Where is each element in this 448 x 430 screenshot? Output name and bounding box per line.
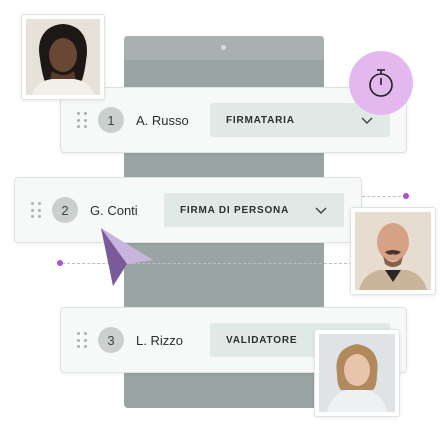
signer-name: A. Russo <box>136 113 189 128</box>
device-camera <box>221 45 226 50</box>
avatar-photo <box>319 334 395 412</box>
drag-handle-icon[interactable] <box>31 202 41 218</box>
role-select-value: FIRMA DI PERSONA <box>180 204 290 216</box>
connector-line-right <box>362 196 406 197</box>
role-select[interactable]: FIRMA DI PERSONA <box>164 193 344 227</box>
avatar-photo <box>26 19 100 95</box>
chevron-down-icon <box>315 207 327 214</box>
avatar <box>314 329 400 417</box>
connector-dot-right <box>403 193 409 199</box>
signer-name: L. Rizzo <box>136 333 183 348</box>
pointer-cursor-icon <box>101 228 153 286</box>
signer-number: 2 <box>52 197 78 223</box>
chevron-down-icon <box>361 117 373 124</box>
signer-number: 1 <box>98 107 124 133</box>
stopwatch-icon <box>369 69 393 97</box>
device-header <box>124 36 324 60</box>
drag-handle-icon[interactable] <box>77 112 87 128</box>
avatar <box>21 14 105 100</box>
avatar <box>350 207 436 295</box>
role-select-value: VALIDATORE <box>226 334 298 346</box>
drag-handle-icon[interactable] <box>77 332 87 348</box>
timer-badge <box>349 51 413 115</box>
signer-card-2[interactable]: 2 G. Conti FIRMA DI PERSONA <box>14 177 362 243</box>
avatar-photo <box>355 212 431 290</box>
connector-dot-left <box>57 260 63 266</box>
signers-illustration: 1 A. Russo FIRMATARIA 3 L. Rizzo VALIDAT… <box>0 0 448 430</box>
signer-name: G. Conti <box>90 203 138 218</box>
signer-number: 3 <box>98 327 124 353</box>
role-select-value: FIRMATARIA <box>226 114 295 126</box>
